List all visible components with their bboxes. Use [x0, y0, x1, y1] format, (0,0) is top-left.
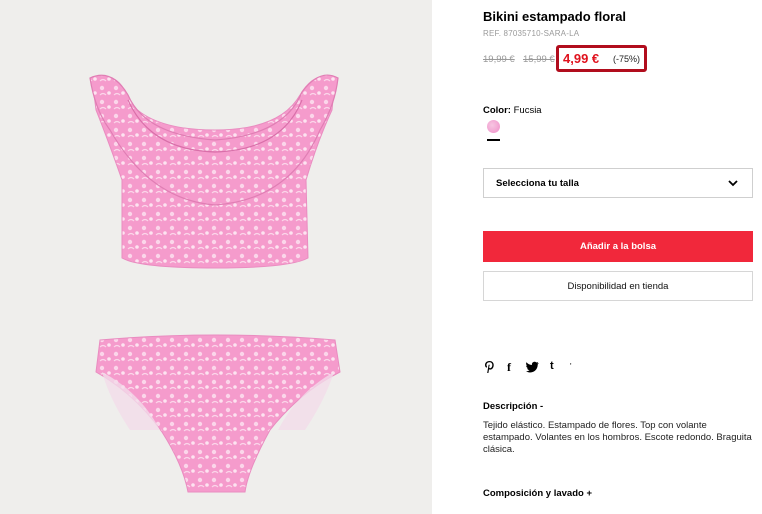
description-toggle[interactable]: Descripción -: [483, 401, 543, 412]
more-icon[interactable]: ': [570, 362, 572, 376]
facebook-icon[interactable]: f: [507, 360, 511, 374]
size-select[interactable]: Selecciona tu talla: [483, 168, 753, 198]
color-swatch-fucsia[interactable]: [487, 120, 500, 133]
composition-toggle[interactable]: Composición y lavado +: [483, 488, 592, 499]
tumblr-icon[interactable]: t: [550, 360, 554, 374]
bikini-illustration: [89, 74, 341, 493]
pinterest-icon[interactable]: [484, 360, 495, 374]
original-price: 19,99 €: [483, 54, 515, 65]
store-availability-button[interactable]: Disponibilidad en tienda: [483, 271, 753, 301]
add-to-bag-label: Añadir a la bolsa: [579, 241, 657, 252]
intermediate-price: 15,99 €: [523, 54, 555, 65]
selected-swatch-indicator: [487, 139, 500, 141]
color-label-prefix: Color:: [483, 105, 511, 116]
add-to-bag-button[interactable]: Añadir a la bolsa: [483, 231, 753, 262]
description-text: Tejido elástico. Estampado de flores. To…: [483, 420, 752, 455]
discount-badge: (-75%): [613, 54, 641, 64]
current-price: 4,99 €: [563, 51, 600, 66]
size-select-label: Selecciona tu talla: [496, 178, 579, 189]
color-label: Color: Fucsia: [483, 105, 542, 116]
product-reference: REF. 87035710-SARA-LA: [483, 29, 580, 38]
twitter-icon[interactable]: [526, 360, 539, 374]
color-value: Fucsia: [513, 105, 542, 116]
product-image[interactable]: [0, 0, 432, 514]
store-availability-label: Disponibilidad en tienda: [567, 281, 669, 292]
product-title: Bikini estampado floral: [483, 9, 627, 24]
chevron-down-icon: [728, 180, 738, 187]
